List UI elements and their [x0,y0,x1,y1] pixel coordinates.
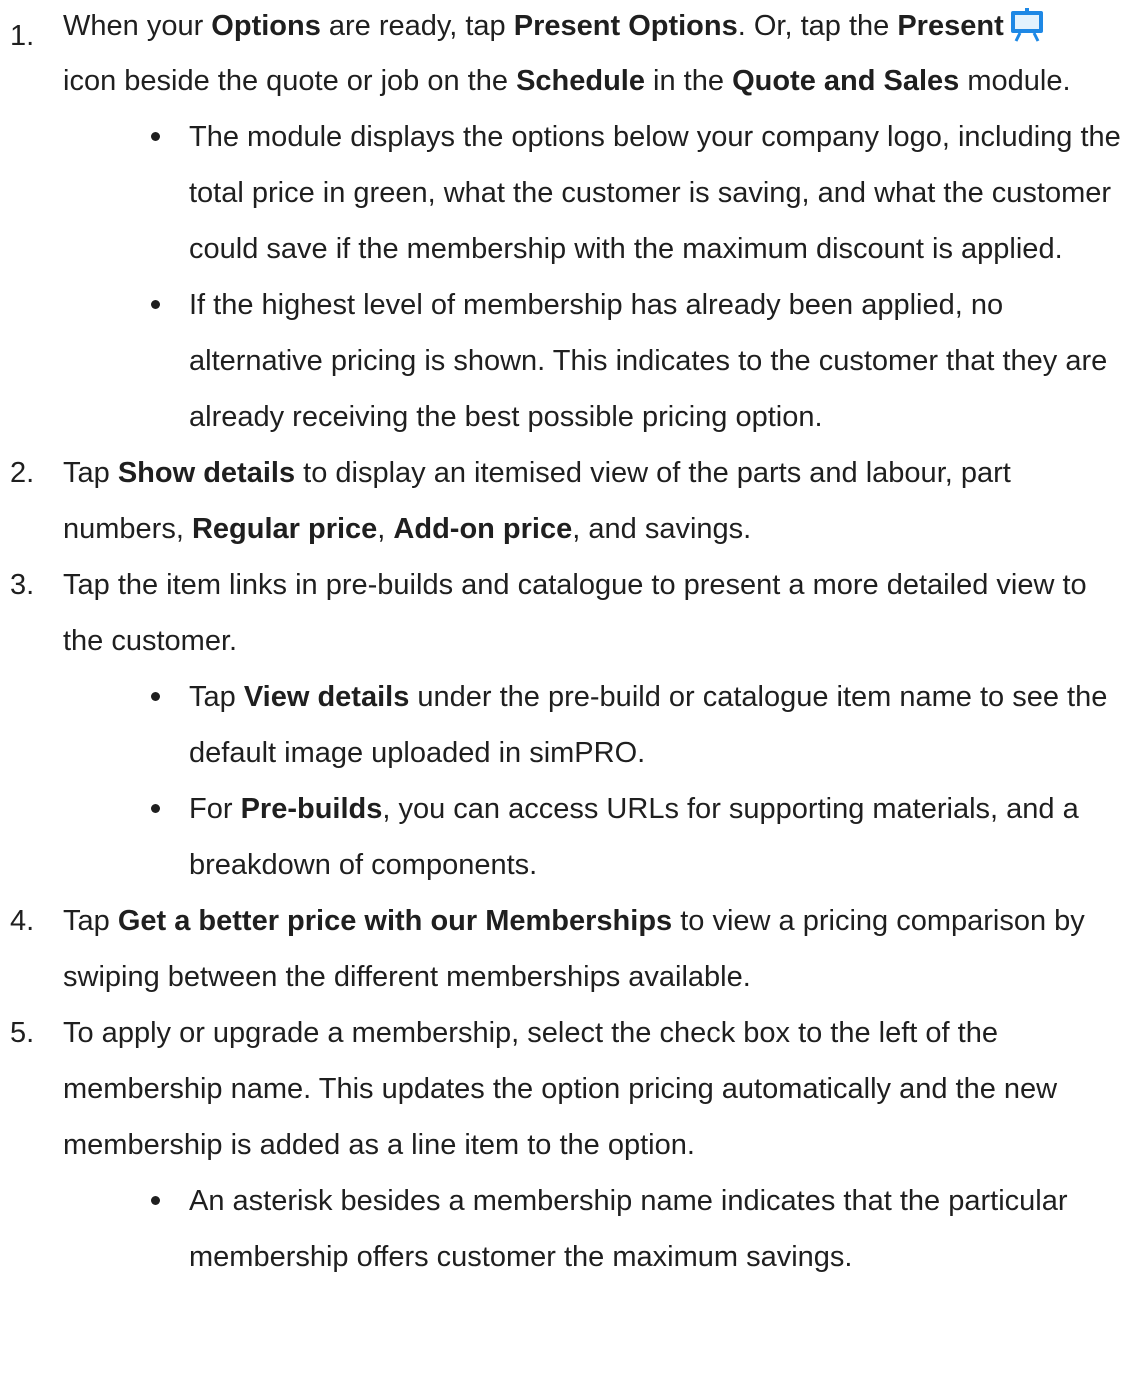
step-text: Tap the item links in pre-builds and cat… [63,569,1087,657]
text-segment: icon beside the quote or job on the [63,65,517,97]
present-options-term: Present Options [513,10,738,42]
step-1: 1. When your Options are ready, tap Pres… [10,0,1122,445]
schedule-term: Schedule [516,65,645,97]
bullet-text: The module displays the options below yo… [189,121,1121,265]
text-segment: , and savings. [572,513,752,545]
list-item: Tap View details under the pre-build or … [135,669,1122,781]
step-5: 5. To apply or upgrade a membership, sel… [10,1005,1122,1285]
add-on-price-term: Add-on price [393,513,573,545]
step-3: 3. Tap the item links in pre-builds and … [10,557,1122,893]
memberships-term: Get a better price with our Memberships [117,905,673,937]
step-4: 4. Tap Get a better price with our Membe… [10,893,1122,1005]
list-item: For Pre-builds, you can access URLs for … [135,781,1122,893]
list-item: The module displays the options below yo… [135,109,1122,277]
show-details-term: Show details [117,457,296,489]
step-2: 2. Tap Show details to display an itemis… [10,445,1122,557]
text-segment: Tap [189,681,244,713]
present-term: Present [897,10,1004,42]
step-5-bullets: An asterisk besides a membership name in… [63,1173,1122,1285]
text-segment: Tap [63,457,118,489]
step-text: When your Options are ready, tap Present… [63,0,1122,109]
step-number: 3. [10,569,35,601]
text-segment: module. [959,65,1071,97]
present-easel-icon [1010,7,1044,43]
text-segment: For [189,793,241,825]
text-segment: in the [645,65,733,97]
text-segment: are ready, tap [320,10,514,42]
options-term: Options [211,10,321,42]
pre-builds-term: Pre-builds [240,793,383,825]
bullet-dot [151,804,160,813]
text-segment: Tap [63,905,118,937]
list-item: If the highest level of membership has a… [135,277,1122,445]
step-text: Tap Show details to display an itemised … [63,445,1122,557]
step-number: 1. [10,20,35,52]
steps-list: 1. When your Options are ready, tap Pres… [10,0,1122,1285]
bullet-dot [151,692,160,701]
bullet-dot [151,132,160,141]
step-text: To apply or upgrade a membership, select… [63,1017,1058,1161]
regular-price-term: Regular price [191,513,378,545]
view-details-term: View details [243,681,410,713]
list-item: An asterisk besides a membership name in… [135,1173,1122,1285]
text-segment: When your [63,10,212,42]
bullet-dot [151,1196,160,1205]
step-3-bullets: Tap View details under the pre-build or … [63,669,1122,893]
text-segment: . Or, tap the [737,10,898,42]
bullet-text: An asterisk besides a membership name in… [189,1185,1068,1273]
step-number: 5. [10,1017,35,1049]
step-1-bullets: The module displays the options below yo… [63,109,1122,445]
step-text: Tap Get a better price with our Membersh… [63,893,1122,1005]
step-number: 2. [10,457,35,489]
text-segment: , [377,513,394,545]
bullet-dot [151,300,160,309]
bullet-text: If the highest level of membership has a… [189,289,1108,433]
help-page: { "steps": [ { "number": "1.", "segments… [0,0,1132,1391]
step-number: 4. [10,905,35,937]
quote-and-sales-term: Quote and Sales [732,65,960,97]
